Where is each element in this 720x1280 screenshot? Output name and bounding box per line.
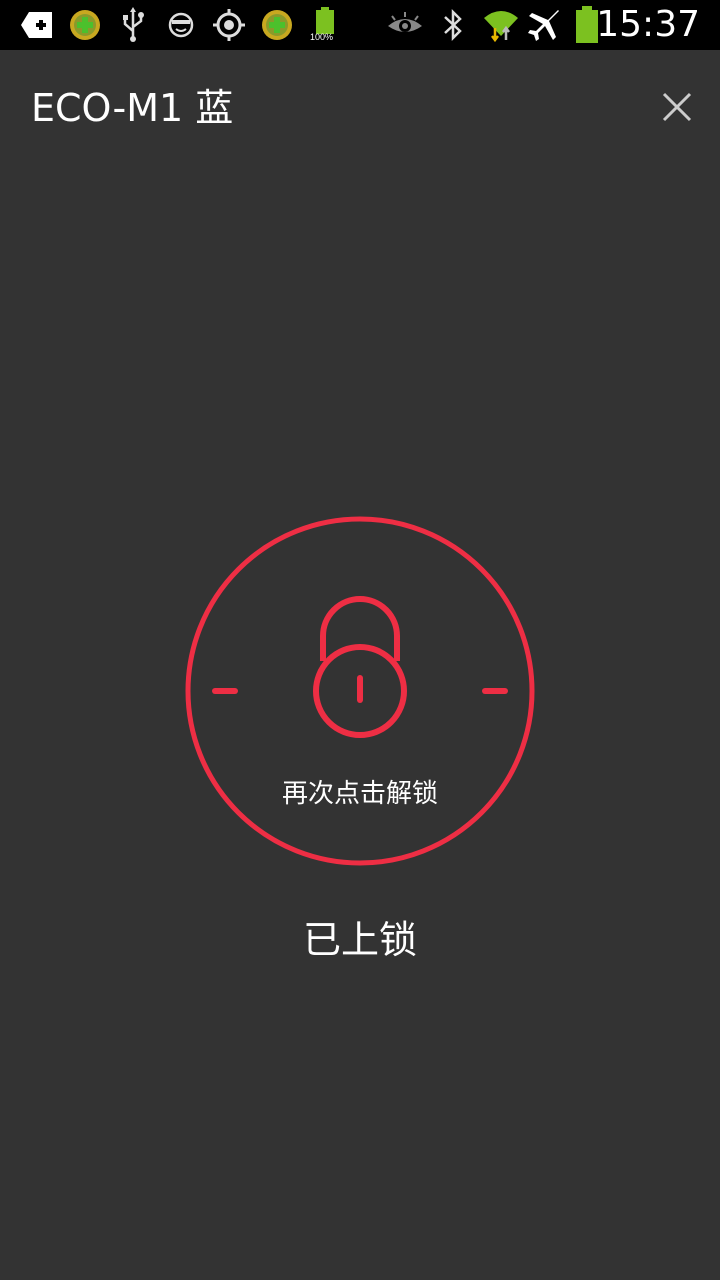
status-bar: 100% 15:37 — [0, 0, 720, 50]
app-plus-icon — [66, 6, 104, 44]
close-button[interactable] — [654, 84, 700, 130]
gps-icon — [210, 6, 248, 44]
wifi-icon — [482, 6, 520, 44]
status-time: 15:37 — [596, 4, 700, 45]
lock-toggle-button[interactable]: 再次点击解锁 — [185, 516, 535, 866]
close-icon — [662, 92, 692, 122]
battery-small-icon: 100% — [306, 6, 346, 44]
eye-icon — [386, 6, 424, 44]
bluetooth-icon — [434, 6, 472, 44]
padlock-icon — [313, 596, 407, 738]
lock-status: 已上锁 — [302, 918, 417, 962]
battery-small-label: 100% — [310, 32, 334, 42]
app-plus-icon — [258, 6, 296, 44]
page-title: ECO-M1 蓝 — [31, 86, 234, 130]
unlock-hint: 再次点击解锁 — [281, 779, 438, 809]
face-icon — [162, 6, 200, 44]
add-icon — [18, 6, 56, 44]
airplane-icon — [526, 6, 564, 44]
usb-icon — [114, 6, 152, 44]
